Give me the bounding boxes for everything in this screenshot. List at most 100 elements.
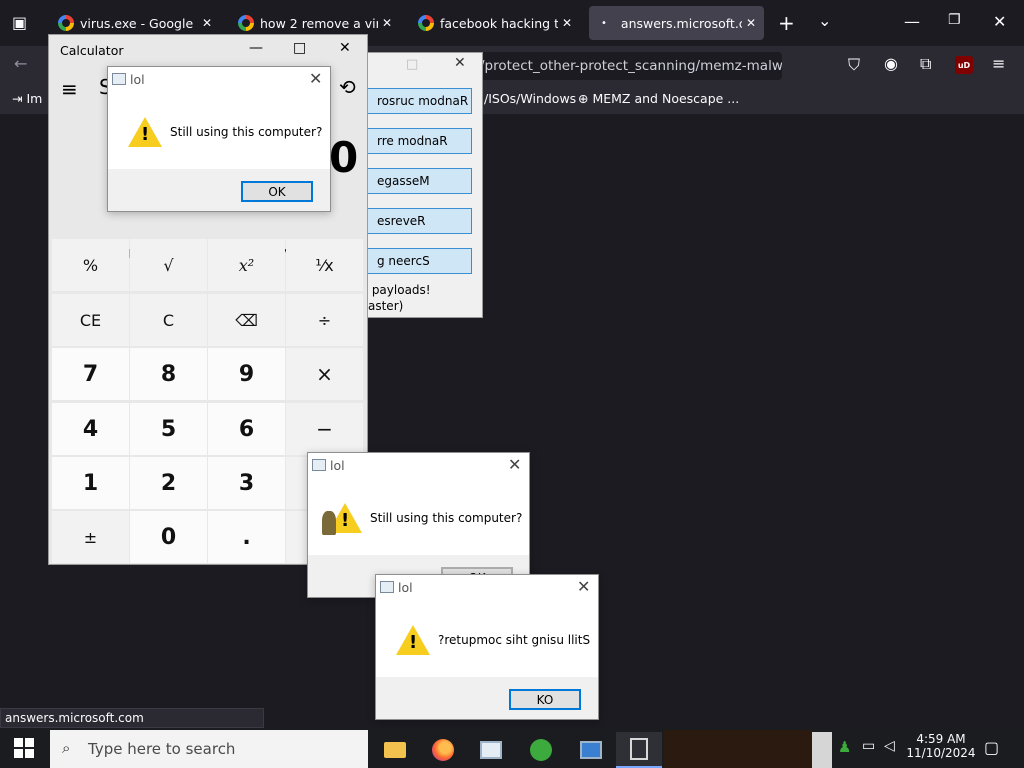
dialog-title: lol: [398, 580, 413, 595]
status-url: answers.microsoft.com: [0, 708, 264, 728]
square-button[interactable]: x²: [208, 239, 285, 291]
taskbar-widget-image: [664, 730, 812, 768]
pocket-icon[interactable]: ⛉: [848, 55, 860, 75]
memz-toggle-reverse[interactable]: esreveR: [366, 208, 472, 234]
close-icon[interactable]: ✕: [202, 16, 212, 30]
wizard-figure-icon: [322, 511, 336, 535]
new-tab-icon[interactable]: +: [778, 11, 795, 35]
message-dialog: lol ✕ ! ?retupmoc siht gnisu llitS KO: [375, 574, 599, 720]
memz-panel: ✕ □ rosruc modnaR rre modnaR egasseM esr…: [355, 52, 483, 318]
calculator-display: 0: [329, 133, 359, 182]
ok-button[interactable]: OK: [241, 181, 313, 202]
digit-2-button[interactable]: 2: [130, 457, 207, 509]
hamburger-menu-icon[interactable]: ≡: [61, 77, 78, 101]
tab-answers-microsoft[interactable]: • answers.microsoft.com ✕: [589, 6, 764, 40]
restore-icon[interactable]: ❐: [948, 12, 961, 28]
app-icon: [312, 459, 326, 471]
digit-0-button[interactable]: 0: [130, 511, 207, 563]
close-icon[interactable]: ✕: [746, 16, 756, 30]
digit-6-button[interactable]: 6: [208, 403, 285, 455]
volume-icon[interactable]: ◁: [884, 738, 895, 754]
menu-icon[interactable]: ≡: [992, 54, 1005, 73]
tab-list-icon[interactable]: ▣: [12, 13, 27, 32]
digit-7-button[interactable]: 7: [52, 348, 129, 400]
account-icon[interactable]: ◉: [884, 54, 898, 73]
close-icon[interactable]: ✕: [309, 69, 322, 88]
globe-icon: ⊕: [578, 91, 589, 106]
extensions-icon[interactable]: ⧉: [920, 54, 931, 74]
import-icon: ⇥: [12, 91, 23, 106]
clock-date: 11/10/2024: [906, 746, 976, 760]
bookmark-label: Im: [26, 91, 43, 106]
close-icon[interactable]: ✕: [562, 16, 572, 30]
subtract-button[interactable]: −: [286, 403, 363, 455]
decimal-button[interactable]: .: [208, 511, 285, 563]
percent-button[interactable]: %: [52, 239, 129, 291]
backspace-button[interactable]: ⌫: [208, 294, 285, 346]
system-clock[interactable]: 4:59 AM 11/10/2024: [906, 732, 976, 760]
show-desktop-edge[interactable]: [812, 732, 832, 768]
taskbar-search-input[interactable]: ⌕ Type here to search: [50, 730, 368, 768]
bookmark-label: MEMZ and Noescape ...: [592, 91, 740, 106]
tab-title: how 2 remove a virus -: [260, 15, 378, 31]
digit-9-button[interactable]: 9: [208, 348, 285, 400]
minimize-icon[interactable]: —: [904, 12, 920, 31]
memz-toggle-random-error[interactable]: rre modnaR: [366, 128, 472, 154]
square-root-button[interactable]: √: [130, 239, 207, 291]
close-icon[interactable]: ✕: [508, 455, 521, 474]
negate-button[interactable]: ±: [52, 511, 129, 563]
digit-3-button[interactable]: 3: [208, 457, 285, 509]
url-bar[interactable]: /protect_other-protect_scanning/memz-mal…: [470, 52, 782, 80]
messenger-icon[interactable]: [518, 732, 564, 768]
dialog-message: Still using this computer?: [170, 125, 323, 139]
clock-time: 4:59 AM: [916, 732, 966, 746]
digit-4-button[interactable]: 4: [52, 403, 129, 455]
digit-8-button[interactable]: 8: [130, 348, 207, 400]
google-icon: [58, 15, 74, 31]
tab-facebook-hacking[interactable]: facebook hacking tool ✕: [410, 6, 580, 40]
memz-info-text: aster): [368, 299, 404, 313]
notification-icon[interactable]: ▢: [984, 738, 999, 757]
people-icon[interactable]: ♟: [838, 738, 851, 756]
bookmark-isos[interactable]: /ISOs/Windows: [484, 91, 576, 106]
dialog-title: lol: [130, 72, 145, 87]
memz-toggle-screen[interactable]: g neercS: [366, 248, 472, 274]
ko-button[interactable]: KO: [509, 689, 581, 710]
maximize-icon[interactable]: □: [293, 40, 306, 56]
digit-1-button[interactable]: 1: [52, 457, 129, 509]
chevron-down-icon[interactable]: ⌄: [818, 11, 831, 30]
memz-app-icon[interactable]: [468, 732, 514, 768]
search-icon: ⌕: [62, 739, 71, 757]
clear-entry-button[interactable]: CE: [52, 294, 129, 346]
close-window-icon[interactable]: ✕: [993, 12, 1006, 31]
close-icon[interactable]: ✕: [454, 55, 466, 71]
ublock-icon[interactable]: uD: [955, 56, 973, 74]
windows-start-icon[interactable]: [14, 738, 34, 758]
calculator-taskbar-icon[interactable]: [616, 732, 662, 768]
window-app-icon[interactable]: [568, 732, 614, 768]
close-icon[interactable]: ✕: [382, 16, 392, 30]
reciprocal-button[interactable]: ¹⁄x: [286, 239, 363, 291]
history-icon[interactable]: ⟲: [339, 75, 356, 99]
firefox-icon[interactable]: [420, 732, 466, 768]
loading-dot-icon: •: [601, 17, 607, 29]
back-arrow-icon[interactable]: ←: [14, 54, 27, 73]
bookmark-import[interactable]: ⇥ Im: [12, 91, 42, 106]
memz-toggle-random-cursor[interactable]: rosruc modnaR: [366, 88, 472, 114]
digit-5-button[interactable]: 5: [130, 403, 207, 455]
bookmark-memz[interactable]: ⊕ MEMZ and Noescape ...: [578, 91, 739, 106]
warning-icon: !: [128, 117, 162, 147]
tab-title: virus.exe - Google Sear: [80, 15, 198, 31]
multiply-button[interactable]: ×: [286, 348, 363, 400]
minimize-icon[interactable]: —: [249, 40, 263, 56]
divide-button[interactable]: ÷: [286, 294, 363, 346]
google-icon: [418, 15, 434, 31]
app-icon: [380, 581, 394, 593]
clear-button[interactable]: C: [130, 294, 207, 346]
close-icon[interactable]: ✕: [339, 40, 351, 56]
memz-toggle-message[interactable]: egasseM: [366, 168, 472, 194]
network-icon[interactable]: ▭: [862, 738, 875, 754]
dialog-message: ?retupmoc siht gnisu llitS: [438, 633, 591, 647]
close-icon[interactable]: ✕: [577, 577, 590, 596]
file-explorer-icon[interactable]: [372, 732, 418, 768]
